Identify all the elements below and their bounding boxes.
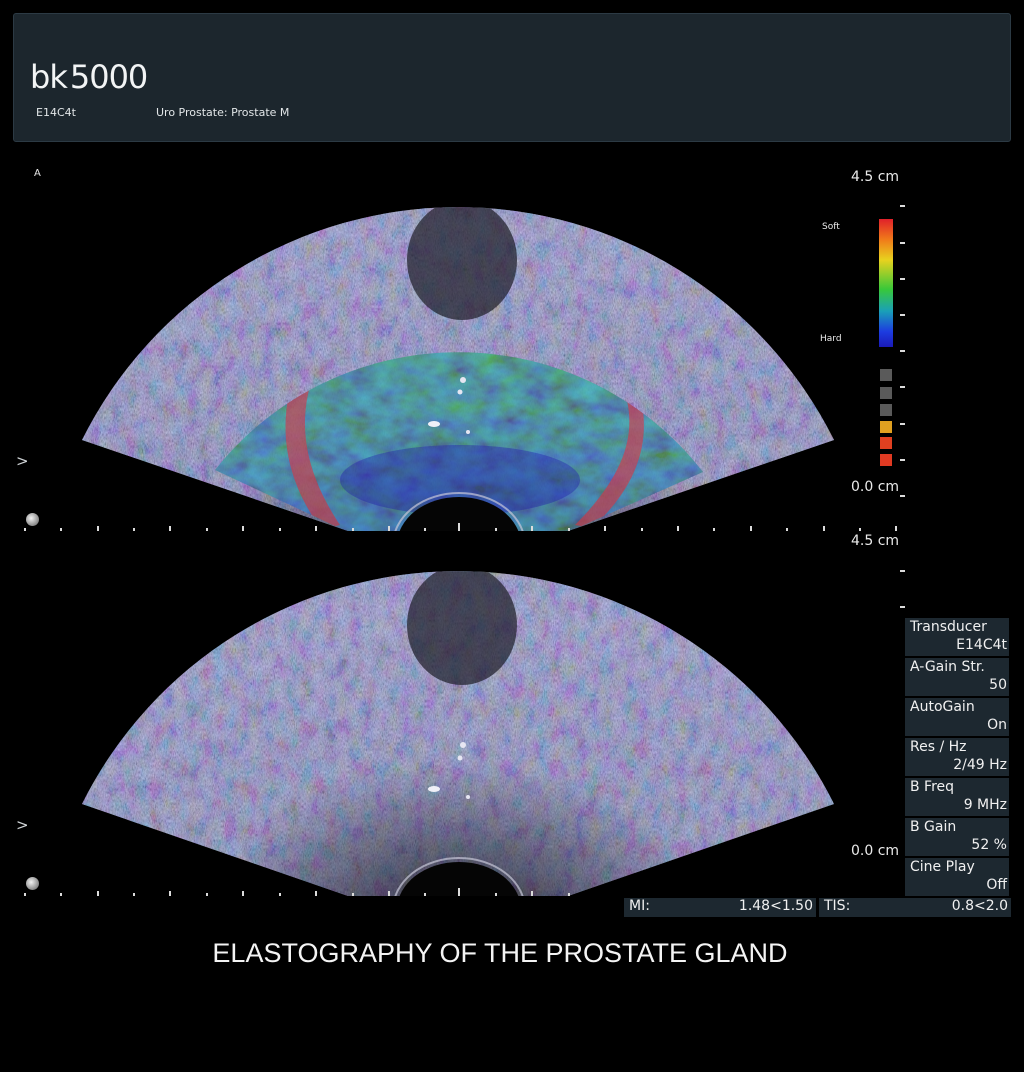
param-b-freq[interactable]: B Freq 9 MHz — [905, 778, 1009, 816]
param-a-gain-str[interactable]: A-Gain Str. 50 — [905, 658, 1009, 696]
tis-value: 0.8<2.0 — [951, 898, 1008, 914]
orientation-icon-top — [26, 513, 39, 526]
depth-scale-top — [900, 205, 905, 497]
param-b-gain[interactable]: B Gain 52 % — [905, 818, 1009, 856]
mi-readout: MI: 1.48<1.50 — [624, 898, 816, 917]
param-value: 50 — [989, 677, 1007, 693]
depth-max-top: 4.5 cm — [851, 169, 900, 185]
orientation-icon-bottom — [26, 877, 39, 890]
quality-swatch-2 — [880, 387, 892, 399]
param-value: 2/49 Hz — [953, 757, 1007, 773]
param-label: AutoGain — [910, 699, 975, 715]
param-label: B Freq — [910, 779, 955, 795]
quality-swatch-5 — [880, 437, 892, 449]
param-value: E14C4t — [956, 637, 1007, 653]
param-value: Off — [986, 877, 1007, 893]
colorbar-soft-label: Soft — [822, 222, 840, 232]
tis-readout: TIS: 0.8<2.0 — [819, 898, 1011, 917]
param-value: On — [987, 717, 1007, 733]
tis-label: TIS: — [824, 898, 851, 914]
quality-swatch-4 — [880, 421, 892, 433]
elasticity-colorbar — [879, 219, 893, 347]
param-value: 52 % — [971, 837, 1007, 853]
param-label: Transducer — [910, 619, 987, 635]
depth-min-top: 0.0 cm — [851, 479, 900, 495]
focus-marker-bottom: > — [16, 816, 29, 834]
depth-min-bottom: 0.0 cm — [851, 843, 900, 859]
quality-swatch-3 — [880, 404, 892, 416]
elastography-sector-image — [82, 207, 834, 532]
image-caption: ELASTOGRAPHY OF THE PROSTATE GLAND — [212, 938, 788, 968]
depth-scale-bottom — [900, 570, 905, 608]
param-res-hz[interactable]: Res / Hz 2/49 Hz — [905, 738, 1009, 776]
mi-label: MI: — [629, 898, 650, 914]
param-label: Cine Play — [910, 859, 975, 875]
depth-max-bottom: 4.5 cm — [851, 533, 900, 549]
param-transducer[interactable]: Transducer E14C4t — [905, 618, 1009, 656]
param-label: Res / Hz — [910, 739, 967, 755]
quality-swatch-6 — [880, 454, 892, 466]
param-label: B Gain — [910, 819, 957, 835]
param-autogain[interactable]: AutoGain On — [905, 698, 1009, 736]
quality-swatch-1 — [880, 369, 892, 381]
param-value: 9 MHz — [963, 797, 1007, 813]
param-label: A-Gain Str. — [910, 659, 985, 675]
mi-value: 1.48<1.50 — [738, 898, 813, 914]
focus-marker-top: > — [16, 452, 29, 470]
colorbar-hard-label: Hard — [820, 334, 842, 344]
param-cine-play[interactable]: Cine Play Off — [905, 858, 1009, 896]
